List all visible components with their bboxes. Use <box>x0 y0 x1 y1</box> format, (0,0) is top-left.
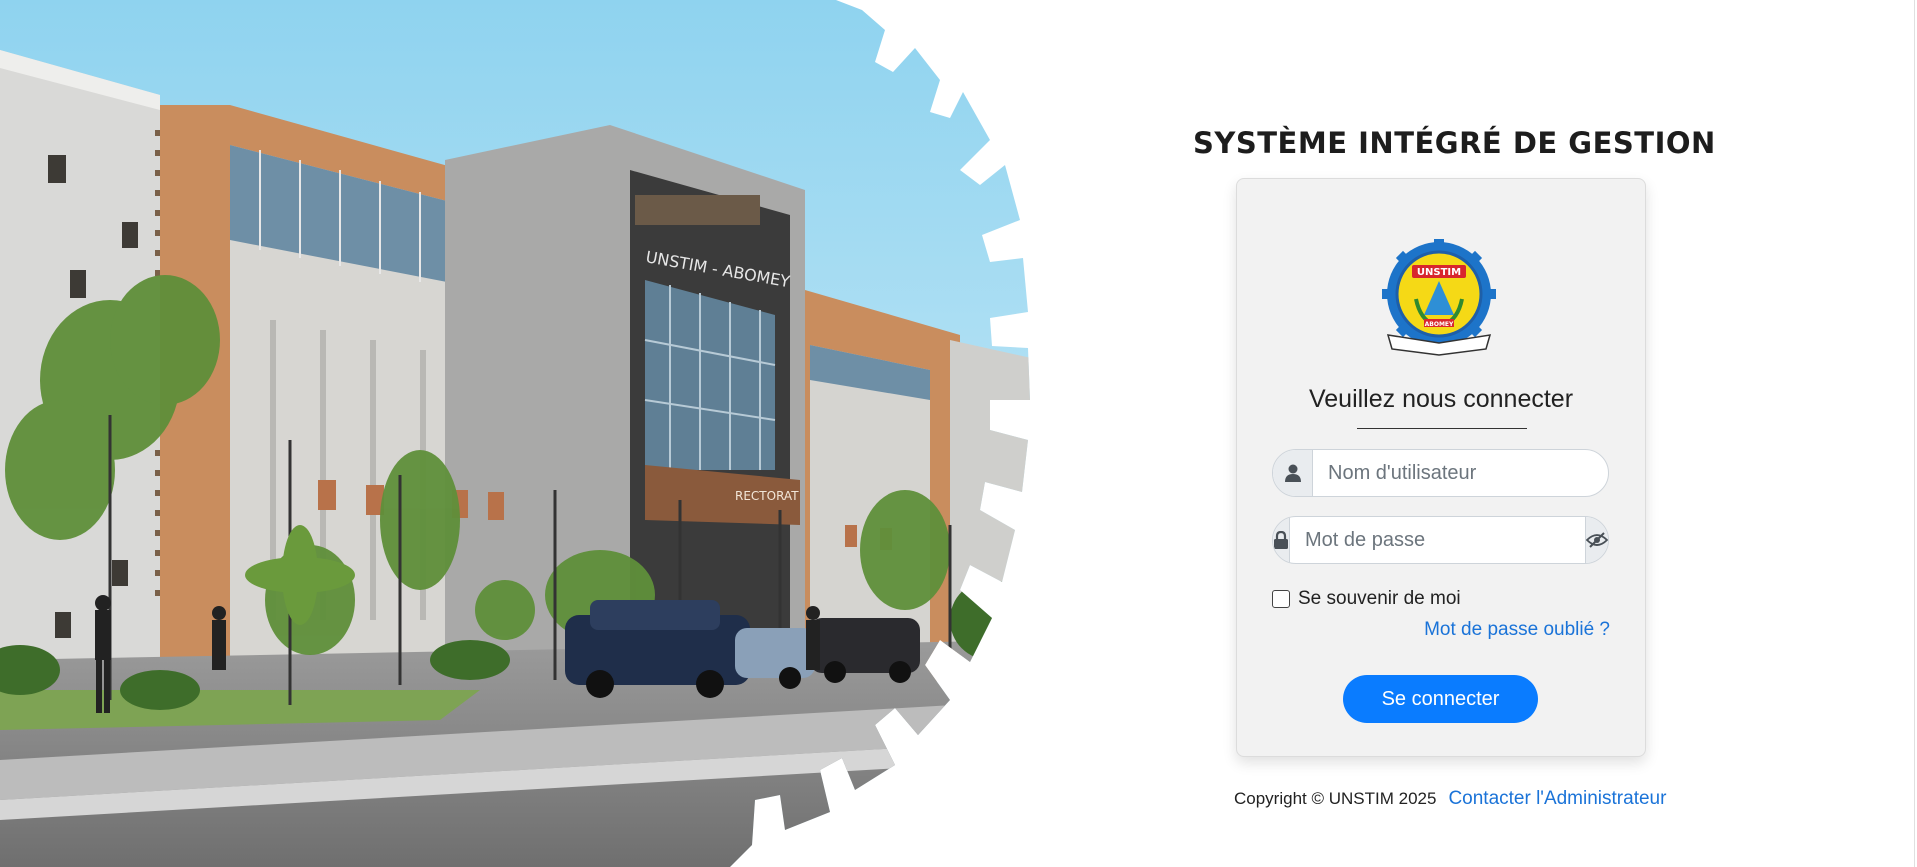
remember-checkbox[interactable] <box>1272 590 1290 608</box>
remember-label: Se souvenir de moi <box>1298 588 1461 609</box>
login-button[interactable]: Se connecter <box>1343 675 1538 723</box>
entrance-sign: RECTORAT <box>735 489 799 503</box>
contact-admin-link[interactable]: Contacter l'Administrateur <box>1448 788 1666 810</box>
login-heading: Veuillez nous connecter <box>1308 385 1574 413</box>
login-card: UNSTIM ABOMEY Veuillez nous connecter No… <box>1236 178 1646 757</box>
logo-acronym: UNSTIM <box>1417 267 1461 278</box>
footer: Copyright © UNSTIM 2025 Contacter l'Admi… <box>1234 788 1694 810</box>
password-input[interactable] <box>1290 517 1585 563</box>
user-icon <box>1273 450 1313 496</box>
eye-slash-icon[interactable] <box>1585 517 1608 563</box>
heading-divider <box>1357 428 1527 429</box>
remember-me[interactable]: Se souvenir de moi <box>1272 588 1461 610</box>
copyright-text: Copyright © UNSTIM 2025 <box>1234 789 1437 808</box>
unstim-logo: UNSTIM ABOMEY <box>1376 239 1502 357</box>
username-group <box>1272 449 1609 497</box>
app-title: SYSTÈME INTÉGRÉ DE GESTION <box>1193 126 1716 160</box>
password-group <box>1272 516 1609 564</box>
forgot-password-link[interactable]: Mot de passe oublié ? <box>1424 619 1610 641</box>
username-input[interactable] <box>1313 450 1608 496</box>
page-edge-divider <box>1914 0 1915 867</box>
logo-city: ABOMEY <box>1425 321 1454 328</box>
lock-icon <box>1273 517 1290 563</box>
hero-image: UNSTIM - ABOMEY RECTORAT <box>0 0 1030 867</box>
